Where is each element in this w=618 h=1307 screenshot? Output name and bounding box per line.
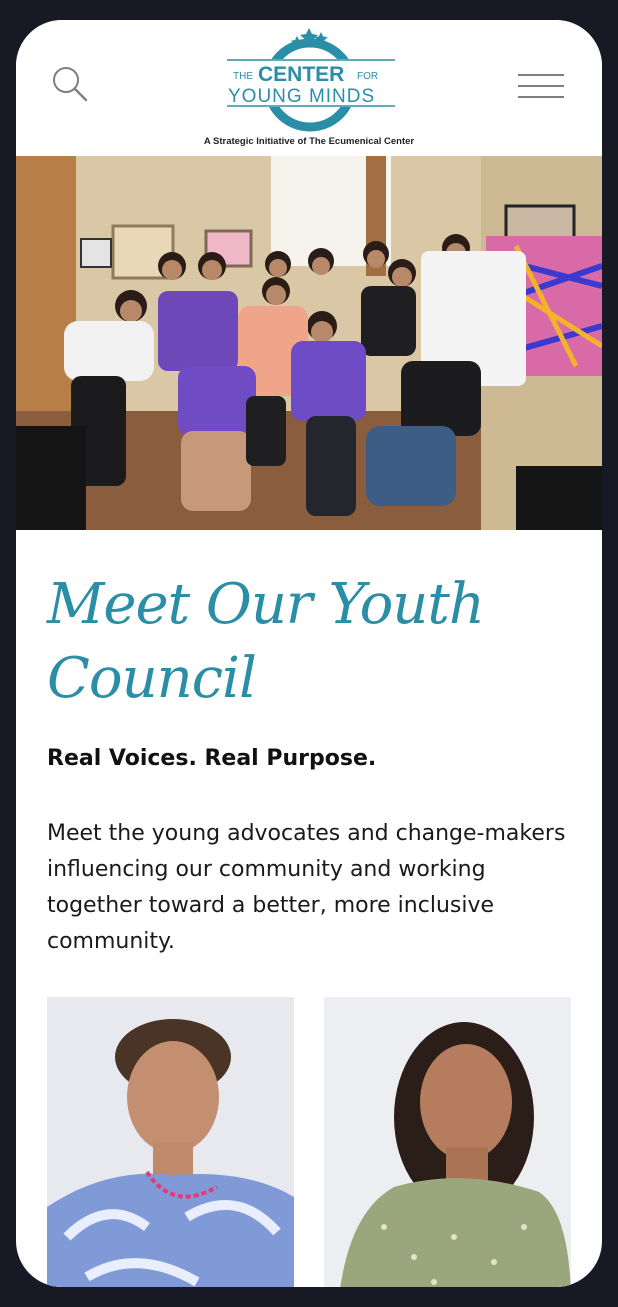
search-button[interactable] — [50, 64, 90, 104]
page-title: Meet Our Youth Council — [47, 568, 567, 716]
council-member-photo — [47, 997, 294, 1287]
phone-screen: THE CENTER FOR YOUNG MINDS A Strategic I… — [16, 20, 602, 1287]
logo-mark: THE CENTER FOR YOUNG MINDS — [223, 28, 399, 132]
page-title-line1: Meet Our Youth — [47, 572, 485, 637]
site-header: THE CENTER FOR YOUNG MINDS A Strategic I… — [16, 20, 602, 156]
group-photo-image — [16, 156, 602, 530]
logo-text-the: THE — [233, 71, 253, 82]
council-member-card[interactable] — [47, 997, 294, 1287]
hero-group-photo — [16, 156, 602, 530]
intro-line-1: Meet the young advocates and change-make… — [47, 821, 566, 846]
menu-button[interactable] — [518, 74, 564, 100]
page-subtitle: Real Voices. Real Purpose. — [47, 746, 377, 771]
logo-text-center: CENTER — [258, 63, 344, 86]
site-logo[interactable]: THE CENTER FOR YOUNG MINDS — [221, 23, 401, 133]
page-title-line2: Council — [47, 646, 257, 711]
council-member-photo — [324, 997, 571, 1287]
council-member-card[interactable] — [324, 997, 571, 1287]
logo-tagline: A Strategic Initiative of The Ecumenical… — [203, 136, 415, 147]
hamburger-menu-icon — [518, 74, 564, 76]
intro-line-2: influencing our community and working — [47, 857, 486, 882]
intro-line-3: together toward a better, more inclusive — [47, 893, 495, 918]
intro-line-4: community. — [47, 929, 175, 954]
intro-paragraph: Meet the young advocates and change-make… — [47, 816, 577, 960]
search-icon — [53, 67, 88, 102]
logo-text-for: FOR — [357, 71, 378, 82]
logo-text-young-minds: YOUNG MINDS — [228, 86, 375, 107]
